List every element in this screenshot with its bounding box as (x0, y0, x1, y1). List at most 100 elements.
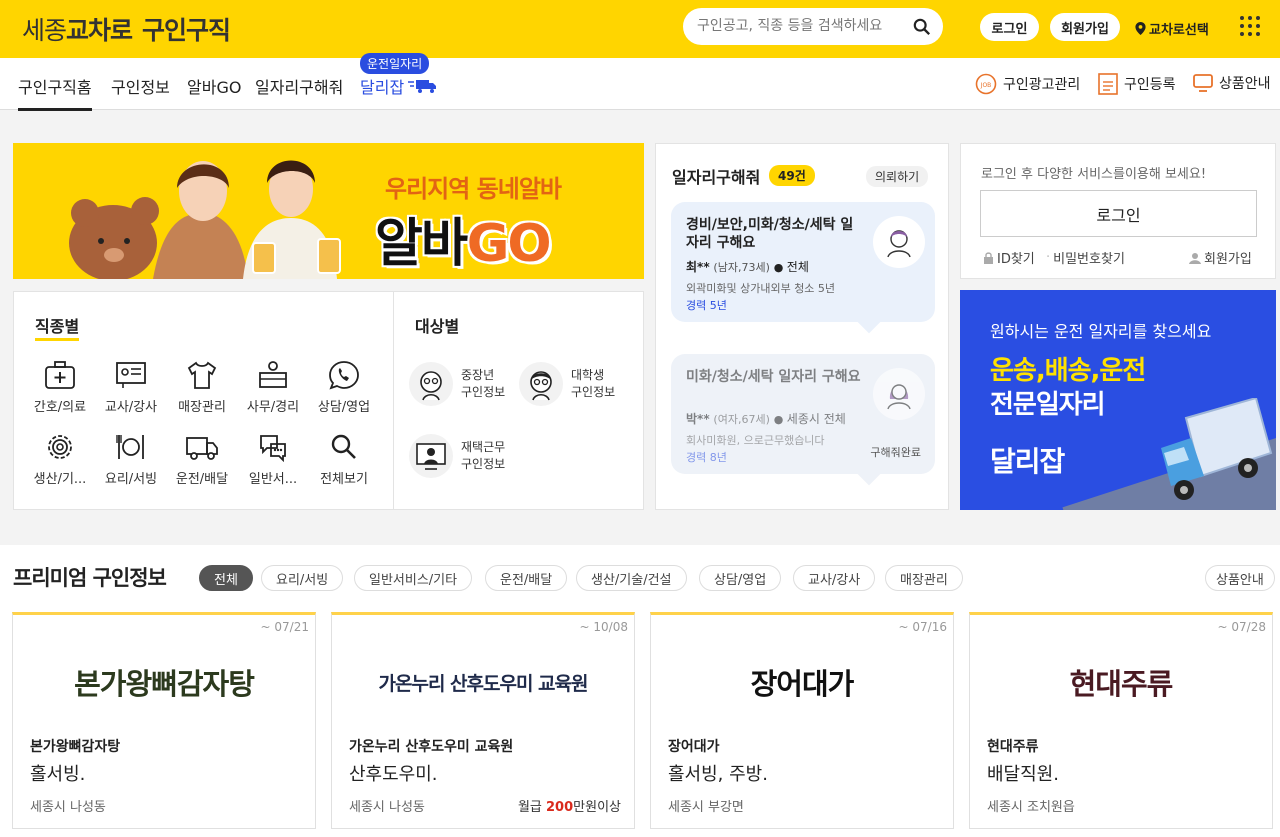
category-office[interactable]: 사무/경리 (242, 360, 304, 415)
filter-sales[interactable]: 상담/영업 (699, 565, 782, 591)
category-sales[interactable]: 상담/영업 (313, 360, 375, 415)
category-panel: 직종별 대상별 간호/의료 교사/강사 매장관리 사무/경리 상담/영업 생산/… (13, 291, 644, 510)
category-label: 매장관리 (178, 400, 226, 415)
premium-product-info-button[interactable]: 상품안내 (1205, 565, 1275, 591)
job-card[interactable]: ~ 10/08 가온누리 산후도우미 교육원 가온누리 산후도우미 교육원 산후… (331, 612, 635, 829)
category-label: 교사/강사 (104, 400, 158, 415)
logo-prefix: 세종 (22, 16, 67, 45)
filter-delivery[interactable]: 운전/배달 (485, 565, 568, 591)
chat-bubbles-icon (260, 435, 286, 462)
card-tail (857, 310, 881, 334)
signup-button[interactable]: 회원가입 (1050, 13, 1120, 41)
seeker-info: (여자,67세) (713, 413, 770, 426)
category-store[interactable]: 매장관리 (171, 360, 233, 415)
user-icon (1189, 252, 1201, 264)
company-logo-text: 본가왕뼈감자탕 (74, 667, 255, 701)
seeker-person: 박** (여자,67세) ● 세종시 전체 (686, 412, 846, 426)
company-name: 가온누리 산후도우미 교육원 (349, 739, 514, 755)
job-card[interactable]: ~ 07/21 본가왕뼈감자탕 본가왕뼈감자탕 홀서빙. 세종시 나성동 (12, 612, 316, 829)
all-menu-icon[interactable] (1240, 16, 1260, 36)
category-label: 생산/기... (33, 472, 87, 487)
card-tail (857, 462, 881, 486)
search-icon[interactable] (913, 18, 931, 36)
seeker-card[interactable]: 경비/보안,미화/청소/세탁 일자리 구해요 최** (남자,73세) ● 전체… (671, 202, 935, 334)
tab-albago[interactable]: 알바GO (187, 74, 241, 98)
dallijob-ad[interactable]: 원하시는 운전 일자리를 찾으세요 운송,배송,운전 전문일자리 달리잡 (960, 290, 1276, 510)
login-submit-button[interactable]: 로그인 (980, 190, 1257, 237)
tab-dallijob[interactable]: 달리잡 (360, 74, 438, 98)
filter-production[interactable]: 생산/기술/건설 (576, 565, 687, 591)
filter-store[interactable]: 매장관리 (885, 565, 963, 591)
filter-teacher[interactable]: 교사/강사 (793, 565, 876, 591)
find-password-label: 비밀번호찾기 (1053, 252, 1125, 267)
medical-kit-icon (45, 361, 75, 389)
seeker-area: 전체 (786, 260, 809, 274)
login-button[interactable]: 로그인 (980, 13, 1039, 41)
category-production[interactable]: 생산/기... (29, 432, 91, 487)
category-general-service[interactable]: 일반서... (242, 432, 304, 487)
target-middle-aged[interactable]: 중장년 구인정보 (409, 362, 505, 406)
job-deadline: ~ 10/08 (579, 620, 628, 634)
shirt-icon (187, 361, 217, 389)
ad-brand: 달리잡 (990, 445, 1065, 478)
search-input[interactable] (697, 16, 907, 36)
find-id-link[interactable]: ID찾기 (983, 248, 1035, 267)
filter-general-service[interactable]: 일반서비스/기타 (354, 565, 473, 591)
seeker-person: 최** (남자,73세) ● 전체 (686, 260, 809, 274)
tab-job-info[interactable]: 구인정보 (111, 74, 170, 98)
albago-banner[interactable]: 우리지역 동네알바 알바GO (13, 143, 644, 279)
category-delivery[interactable]: 운전/배달 (171, 432, 233, 487)
category-cooking[interactable]: 요리/서빙 (100, 432, 162, 487)
seeker-card[interactable]: 미화/청소/세탁 일자리 구해요 박** (여자,67세) ● 세종시 전체 회… (671, 354, 935, 486)
ad-management-link[interactable]: JOB 구인광고관리 (975, 73, 1080, 95)
category-view-all[interactable]: 전체보기 (313, 432, 375, 487)
seeker-desc: 외곽미화및 상가내외부 청소 5년 (686, 282, 836, 295)
seeker-count-badge: 49건 (769, 165, 815, 186)
seeker-experience: 경력 5년 (686, 299, 727, 312)
job-deadline: ~ 07/28 (1217, 620, 1266, 634)
product-info-link[interactable]: 상품안내 (1193, 73, 1271, 93)
tab-home[interactable]: 구인구직홈 (18, 74, 92, 111)
category-label: 요리/서빙 (104, 472, 158, 487)
target-text: 대학생 구인정보 (571, 367, 615, 401)
filter-all[interactable]: 전체 (199, 565, 253, 591)
job-card[interactable]: ~ 07/16 장어대가 장어대가 홀서빙, 주방. 세종시 부강면 (650, 612, 954, 829)
people-illustration (69, 160, 341, 279)
company-name: 본가왕뼈감자탕 (30, 739, 121, 755)
product-info-label: 상품안내 (1219, 76, 1271, 92)
job-position: 홀서빙. (30, 764, 86, 785)
ad-management-label: 구인광고관리 (1003, 77, 1081, 93)
category-teacher[interactable]: 교사/강사 (100, 360, 162, 415)
pay-value: 200 (546, 800, 574, 815)
seeker-job-title: 미화/청소/세탁 일자리 구해요 (686, 369, 861, 385)
target-sub: 구인정보 (461, 385, 506, 399)
request-button[interactable]: 의뢰하기 (866, 166, 929, 187)
job-register-label: 구인등록 (1124, 77, 1176, 93)
company-logo-text: 가온누리 산후도우미 교육원 (378, 673, 589, 695)
job-deadline: ~ 07/16 (898, 620, 947, 634)
signup-link[interactable]: 회원가입 (1189, 248, 1252, 267)
find-password-link[interactable]: · 비밀번호찾기 (1046, 248, 1125, 267)
site-logo[interactable]: 세종교차로 구인구직 (22, 11, 231, 47)
blue-truck-illustration (1161, 398, 1273, 500)
location-label: 교차로선택 (1149, 23, 1209, 38)
location-select[interactable]: 교차로선택 (1135, 19, 1209, 38)
category-label: 사무/경리 (246, 400, 300, 415)
signup-label: 회원가입 (1204, 252, 1252, 267)
login-message: 로그인 후 다양한 서비스를이용해 보세요! (981, 167, 1207, 182)
remote-worker-avatar (409, 434, 453, 478)
tab-find-me-job[interactable]: 일자리구해줘 (255, 74, 343, 98)
category-medical[interactable]: 간호/의료 (29, 360, 91, 415)
seeker-name: 박** (686, 412, 710, 426)
premium-section: 프리미엄 구인정보 전체 요리/서빙 일반서비스/기타 운전/배달 생산/기술/… (0, 545, 1280, 837)
driving-jobs-badge: 운전일자리 (360, 53, 430, 74)
job-card[interactable]: ~ 07/28 현대주류 현대주류 배달직원. 세종시 조치원읍 (969, 612, 1273, 829)
job-circle-icon: JOB (975, 73, 997, 95)
job-position: 홀서빙, 주방. (668, 764, 768, 785)
svg-text:JOB: JOB (980, 82, 992, 89)
by-target-title: 대상별 (415, 317, 460, 336)
target-remote[interactable]: 재택근무 구인정보 (409, 434, 505, 478)
filter-cooking[interactable]: 요리/서빙 (261, 565, 344, 591)
job-register-link[interactable]: 구인등록 (1098, 73, 1176, 95)
target-college[interactable]: 대학생 구인정보 (519, 362, 615, 406)
